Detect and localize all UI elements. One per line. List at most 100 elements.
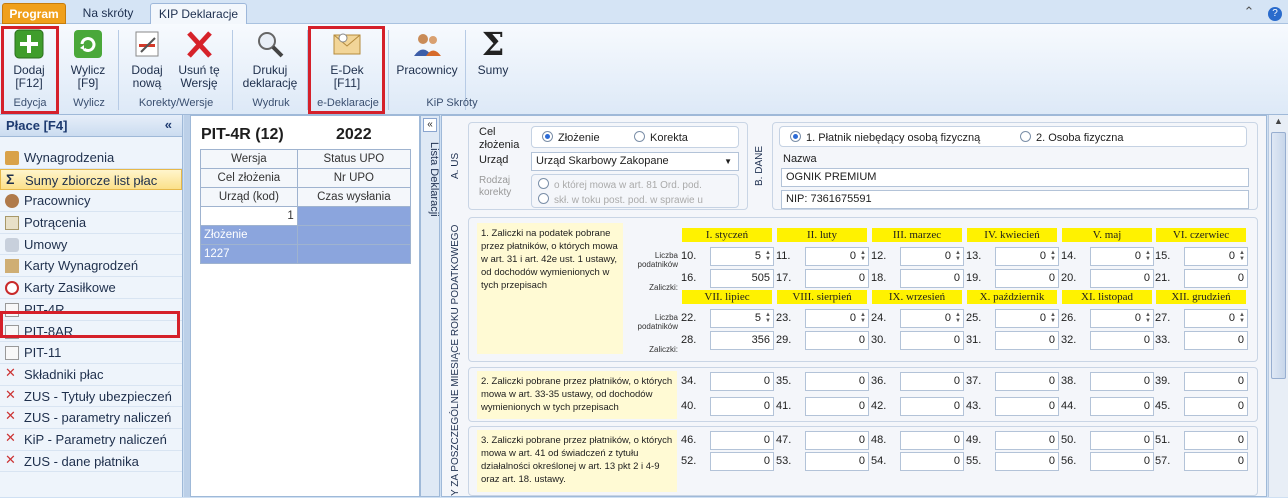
amount-input[interactable]: 0 [995, 452, 1059, 471]
radio-platnik-niefizyczny[interactable]: 1. Płatnik niebędący osobą fizyczną [790, 131, 980, 144]
spinner-icon[interactable]: ▲ ▼ [1239, 250, 1245, 262]
amount-input[interactable]: 0 [995, 372, 1059, 391]
scroll-thumb[interactable] [1271, 132, 1286, 379]
sumy-button[interactable]: Σ Sumy [471, 28, 515, 77]
amount-input[interactable]: 0 [805, 397, 869, 416]
nav-sumy-zbiorcze[interactable]: Σ Sumy zbiorcze list płac [0, 168, 182, 191]
nip-field[interactable]: NIP: 7361675591 [781, 190, 1249, 209]
amount-input[interactable]: 0 [900, 397, 964, 416]
spinner-icon[interactable]: ▲ ▼ [1145, 312, 1151, 324]
amount-input[interactable]: 0 ▲ ▼ [1090, 247, 1154, 266]
spinner-icon[interactable]: ▲ ▼ [1145, 250, 1151, 262]
amount-input[interactable]: 0 ▲ ▼ [900, 309, 964, 328]
nav-kip-parametry[interactable]: ✕ KiP - Parametry naliczeń [0, 429, 182, 451]
amount-input[interactable]: 0 [805, 431, 869, 450]
amount-input[interactable]: 0 [710, 452, 774, 471]
lista-deklaracji-strip[interactable]: « Lista Deklaracji [420, 115, 440, 497]
dodaj-nowa-button[interactable]: Dodaj nową [124, 28, 170, 90]
amount-input[interactable]: 5 ▲ ▼ [710, 309, 774, 328]
amount-input[interactable]: 0 [805, 372, 869, 391]
spinner-icon[interactable]: ▲ ▼ [1239, 312, 1245, 324]
table-cell[interactable]: Złożenie [200, 225, 298, 245]
radio-osoba-fizyczna[interactable]: 2. Osoba fizyczna [1020, 131, 1123, 144]
amount-input[interactable]: 0 [995, 397, 1059, 416]
amount-input[interactable]: 0 ▲ ▼ [995, 247, 1059, 266]
scroll-up-icon[interactable]: ▲ [1271, 116, 1286, 130]
window-controls[interactable]: ⌃ ? [1243, 4, 1282, 21]
usun-wersje-button[interactable]: Usuń tę Wersję [174, 28, 224, 90]
nav-zus-dane-platnika[interactable]: ✕ ZUS - dane płatnika [0, 451, 182, 473]
help-icon[interactable]: ? [1268, 7, 1282, 21]
amount-input[interactable]: 0 ▲ ▼ [1090, 309, 1154, 328]
amount-input[interactable]: 0 ▲ ▼ [805, 309, 869, 328]
spinner-icon[interactable]: ▲ ▼ [765, 250, 771, 262]
amount-input[interactable]: 0 [995, 269, 1059, 288]
table-cell[interactable] [296, 225, 412, 245]
nazwa-field[interactable]: OGNIK PREMIUM [781, 168, 1249, 187]
amount-input[interactable]: 0 ▲ ▼ [995, 309, 1059, 328]
spinner-icon[interactable]: ▲ ▼ [860, 312, 866, 324]
amount-input[interactable]: 0 [710, 431, 774, 450]
spinner-icon[interactable]: ▲ ▼ [765, 312, 771, 324]
nav-karty-wynagrodzen[interactable]: Karty Wynagrodzeń [0, 255, 182, 278]
amount-input[interactable]: 0 [900, 431, 964, 450]
amount-input[interactable]: 0 [710, 372, 774, 391]
spinner-icon[interactable]: ▲ ▼ [1050, 312, 1056, 324]
amount-input[interactable]: 0 ▲ ▼ [1184, 309, 1248, 328]
amount-input[interactable]: 0 ▲ ▼ [900, 247, 964, 266]
tab-program[interactable]: Program [2, 3, 66, 24]
amount-input[interactable]: 0 [805, 269, 869, 288]
amount-input[interactable]: 0 [710, 397, 774, 416]
vertical-scrollbar[interactable]: ▲ [1268, 115, 1288, 497]
amount-input[interactable]: 0 [805, 331, 869, 350]
spinner-icon[interactable]: ▲ ▼ [955, 250, 961, 262]
amount-input[interactable]: 0 [805, 452, 869, 471]
amount-input[interactable]: 505 [710, 269, 774, 288]
amount-input[interactable]: 0 [900, 269, 964, 288]
nav-wynagrodzenia[interactable]: Wynagrodzenia [0, 147, 182, 169]
radio-korekta[interactable]: Korekta [634, 131, 688, 144]
amount-input[interactable]: 0 [1090, 372, 1154, 391]
spinner-icon[interactable]: ▲ ▼ [1050, 250, 1056, 262]
amount-input[interactable]: 0 [900, 452, 964, 471]
nav-potracenia[interactable]: Potrącenia [0, 212, 182, 234]
table-cell[interactable] [296, 244, 412, 264]
amount-input[interactable]: 0 ▲ ▼ [805, 247, 869, 266]
nav-zus-tytuly[interactable]: ✕ ZUS - Tytuły ubezpieczeń [0, 386, 182, 408]
collapse-left-button[interactable]: « [165, 117, 172, 132]
amount-input[interactable]: 0 [1184, 431, 1248, 450]
amount-input[interactable]: 0 [1184, 452, 1248, 471]
nav-skladniki-plac[interactable]: ✕ Składniki płac [0, 364, 182, 386]
amount-input[interactable]: 0 [1184, 331, 1248, 350]
amount-input[interactable]: 5 ▲ ▼ [710, 247, 774, 266]
tab-na-skroty[interactable]: Na skróty [72, 3, 144, 24]
spinner-icon[interactable]: ▲ ▼ [860, 250, 866, 262]
wylicz-button[interactable]: Wylicz [F9] [66, 28, 110, 90]
pracownicy-button[interactable]: Pracownicy [394, 28, 460, 77]
table-cell[interactable] [296, 206, 412, 226]
radio-rodzaj-2[interactable]: skł. w toku post. pod. w sprawie u [538, 193, 703, 206]
amount-input[interactable]: 0 [900, 372, 964, 391]
nav-karty-zasilkowe[interactable]: Karty Zasiłkowe [0, 277, 182, 299]
amount-input[interactable]: 0 [995, 331, 1059, 350]
amount-input[interactable]: 0 [1090, 269, 1154, 288]
collapse-list-button[interactable]: « [423, 118, 437, 132]
amount-input[interactable]: 0 [1090, 397, 1154, 416]
radio-zlozenie[interactable]: Złożenie [542, 131, 600, 144]
nav-umowy[interactable]: Umowy [0, 234, 182, 256]
amount-input[interactable]: 356 [710, 331, 774, 350]
nav-pracownicy[interactable]: Pracownicy [0, 190, 182, 213]
amount-input[interactable]: 0 [1090, 452, 1154, 471]
chevron-up-icon[interactable]: ⌃ [1243, 4, 1254, 19]
spinner-icon[interactable]: ▲ ▼ [955, 312, 961, 324]
amount-input[interactable]: 0 [1184, 397, 1248, 416]
nav-pit-11[interactable]: PIT-11 [0, 342, 182, 364]
amount-input[interactable]: 0 [900, 331, 964, 350]
amount-input[interactable]: 0 [1184, 372, 1248, 391]
amount-input[interactable]: 0 [1184, 269, 1248, 288]
amount-input[interactable]: 0 [995, 431, 1059, 450]
table-cell[interactable]: 1227 [200, 244, 298, 264]
amount-input[interactable]: 0 [1090, 331, 1154, 350]
nav-zus-parametry[interactable]: ✕ ZUS - parametry naliczeń [0, 407, 182, 429]
table-cell[interactable]: 1 [200, 206, 298, 226]
